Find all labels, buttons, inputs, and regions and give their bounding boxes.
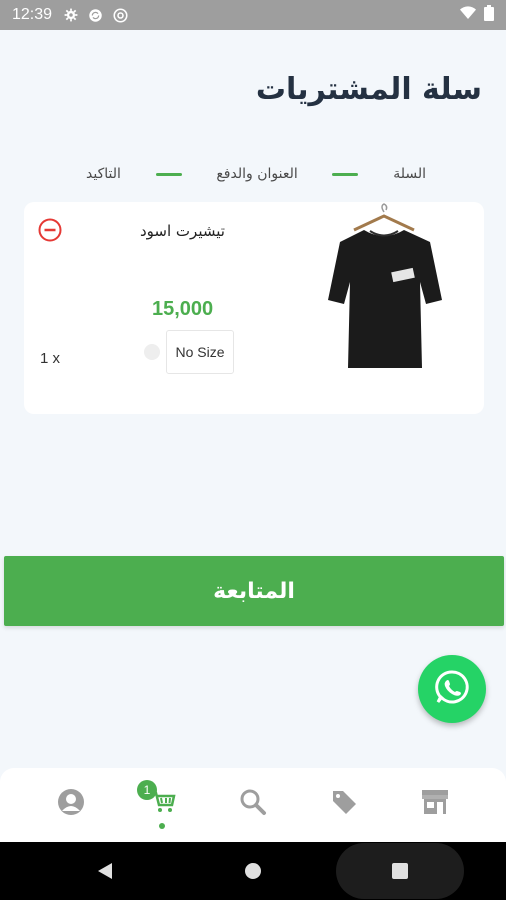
nav-profile[interactable] xyxy=(53,786,89,822)
store-icon xyxy=(420,788,450,820)
remove-item-icon[interactable] xyxy=(38,218,62,246)
recents-icon xyxy=(392,863,408,879)
cart-badge: 1 xyxy=(137,780,157,800)
nav-offers[interactable] xyxy=(326,786,362,822)
profile-icon xyxy=(57,788,85,820)
active-tab-indicator xyxy=(159,823,165,829)
continue-button[interactable]: المتابعة xyxy=(4,556,504,626)
status-bar: 12:39 xyxy=(0,0,506,30)
home-icon xyxy=(245,863,261,879)
cart-item-card: تيشيرت اسود 15,000 No Size 1 x xyxy=(24,202,484,414)
system-navigation-bar xyxy=(0,842,506,900)
wifi-icon xyxy=(460,6,476,24)
back-button[interactable] xyxy=(90,842,120,900)
gear-icon xyxy=(64,8,78,22)
status-time: 12:39 xyxy=(12,6,53,23)
whatsapp-button[interactable] xyxy=(418,655,486,723)
nav-search[interactable] xyxy=(235,786,271,822)
page-title: سلة المشتريات xyxy=(255,72,482,107)
step-address-payment: العنوان والدفع xyxy=(216,166,298,182)
size-radio-button[interactable] xyxy=(144,344,160,360)
step-cart: السلة xyxy=(393,166,426,182)
product-name: تيشيرت اسود xyxy=(140,222,225,240)
checkout-stepper: السلة العنوان والدفع التاكيد xyxy=(86,162,426,186)
black-tshirt-image xyxy=(304,202,464,382)
battery-icon xyxy=(484,5,494,25)
back-icon xyxy=(98,863,112,879)
step-confirmation: التاكيد xyxy=(86,166,121,182)
product-price: 15,000 xyxy=(152,298,214,320)
home-button[interactable] xyxy=(238,842,268,900)
at-sign-icon xyxy=(113,7,128,23)
sync-icon xyxy=(88,8,103,23)
recents-button[interactable] xyxy=(385,842,415,900)
bottom-navigation xyxy=(0,768,506,842)
tag-icon xyxy=(330,788,358,820)
quantity-label: 1 x xyxy=(40,350,61,367)
nav-store[interactable] xyxy=(417,786,453,822)
step-separator xyxy=(155,172,182,176)
search-icon xyxy=(239,788,267,820)
step-separator xyxy=(332,172,359,176)
whatsapp-icon xyxy=(432,667,472,711)
size-option[interactable]: No Size xyxy=(166,330,234,374)
